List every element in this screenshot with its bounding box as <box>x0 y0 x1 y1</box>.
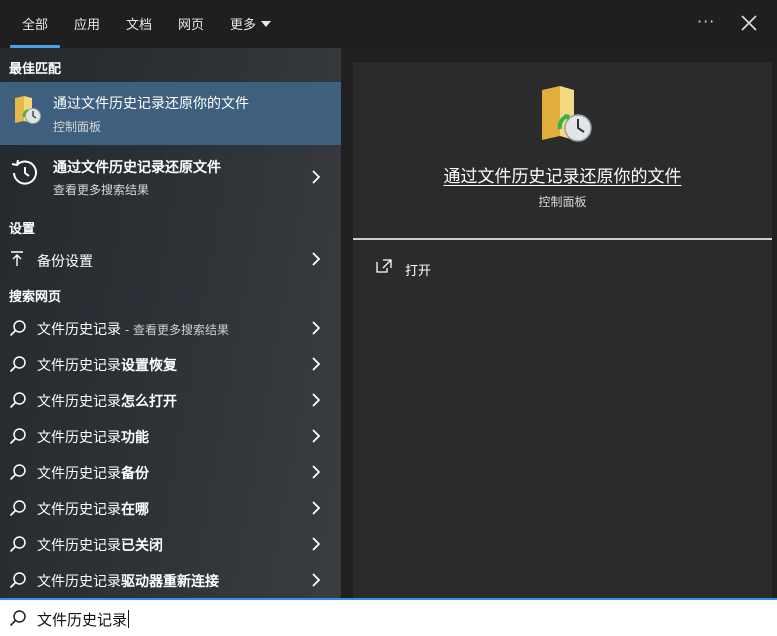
suggestion-prefix: 文件历史记录 <box>37 574 121 590</box>
suggestion-prefix: 文件历史记录 <box>37 502 121 518</box>
chevron-right-icon <box>312 573 321 587</box>
open-icon <box>376 259 392 273</box>
suggestion-prefix: 文件历史记录 <box>37 466 121 482</box>
restore-files-result[interactable]: 通过文件历史记录还原文件 查看更多搜索结果 <box>0 145 341 209</box>
top-tab-bar: 全部 应用 文档 网页 更多 ··· <box>0 0 777 48</box>
web-suggestion-text: 文件历史记录已关闭 <box>37 535 163 555</box>
search-bar[interactable]: 文件历史记录 <box>0 598 777 636</box>
file-history-icon <box>542 86 592 142</box>
web-suggestion-text: 文件历史记录驱动器重新连接 <box>37 571 219 591</box>
best-match-subtitle: 控制面板 <box>53 120 102 134</box>
search-icon <box>9 320 26 337</box>
web-suggestion-item[interactable]: 文件历史记录功能 <box>0 418 341 454</box>
preview-card: 通过文件历史记录还原你的文件 控制面板 打开 <box>353 62 772 598</box>
tab-more-label: 更多 <box>230 18 257 33</box>
preview-title[interactable]: 通过文件历史记录还原你的文件 <box>353 162 772 187</box>
web-suggestion-text: 文件历史记录 - 查看更多搜索结果 <box>37 319 229 339</box>
tab-web[interactable]: 网页 <box>178 14 204 33</box>
suggestion-prefix: 文件历史记录 <box>37 394 121 410</box>
chevron-down-icon <box>261 21 272 27</box>
chevron-right-icon <box>312 465 321 479</box>
tab-more[interactable]: 更多 <box>230 14 272 33</box>
preview-subtitle: 控制面板 <box>538 195 587 209</box>
web-suggestion-text: 文件历史记录功能 <box>37 427 149 447</box>
best-match-heading: 最佳匹配 <box>9 62 62 77</box>
web-suggestion-text: 文件历史记录设置恢复 <box>37 355 177 375</box>
chevron-right-icon <box>312 501 321 515</box>
chevron-right-icon <box>312 537 321 551</box>
search-icon <box>9 392 26 409</box>
settings-heading: 设置 <box>9 222 36 237</box>
web-suggestion-item[interactable]: 文件历史记录怎么打开 <box>0 382 341 418</box>
suggestion-suffix: 备份 <box>121 466 149 482</box>
history-icon <box>11 159 37 185</box>
web-suggestion-item[interactable]: 文件历史记录在哪 <box>0 490 341 526</box>
web-suggestion-item[interactable]: 文件历史记录备份 <box>0 454 341 490</box>
chevron-right-icon <box>312 321 321 335</box>
search-icon <box>9 536 26 553</box>
chevron-right-icon <box>312 170 321 184</box>
search-icon <box>9 428 26 445</box>
close-icon[interactable] <box>740 14 758 32</box>
search-icon <box>9 464 26 481</box>
tab-apps[interactable]: 应用 <box>74 14 100 33</box>
suggestion-suffix: 已关闭 <box>121 538 163 554</box>
suggestion-suffix: 驱动器重新连接 <box>121 574 219 590</box>
web-suggestion-item[interactable]: 文件历史记录已关闭 <box>0 526 341 562</box>
search-icon <box>9 610 26 627</box>
file-history-icon <box>15 96 41 124</box>
backup-settings-item[interactable]: 备份设置 <box>0 241 341 277</box>
web-suggestion-item[interactable]: 文件历史记录 - 查看更多搜索结果 <box>0 310 341 346</box>
open-action[interactable]: 打开 <box>405 260 431 279</box>
web-suggestion-text: 文件历史记录备份 <box>37 463 149 483</box>
web-suggestion-item[interactable]: 文件历史记录驱动器重新连接 <box>0 562 341 598</box>
suggestion-suffix: 设置恢复 <box>121 358 177 374</box>
backup-icon <box>11 251 23 266</box>
best-match-result[interactable]: 通过文件历史记录还原你的文件 控制面板 <box>0 82 341 145</box>
search-input[interactable]: 文件历史记录 <box>37 609 130 630</box>
text-cursor <box>128 610 130 628</box>
suggestion-suffix: 在哪 <box>121 502 149 518</box>
chevron-right-icon <box>312 357 321 371</box>
web-suggestion-text: 文件历史记录在哪 <box>37 499 149 519</box>
divider <box>353 238 772 240</box>
search-icon <box>9 356 26 373</box>
suggestion-prefix: 文件历史记录 <box>37 430 121 446</box>
tab-documents[interactable]: 文档 <box>126 14 152 33</box>
web-heading: 搜索网页 <box>9 290 62 305</box>
chevron-right-icon <box>312 429 321 443</box>
more-options-icon[interactable]: ··· <box>697 12 715 31</box>
suggestion-prefix: 文件历史记录 <box>37 322 121 338</box>
restore-files-title: 通过文件历史记录还原文件 <box>53 160 221 176</box>
suggestion-prefix: 文件历史记录 <box>37 538 121 554</box>
search-icon <box>9 500 26 517</box>
search-input-value: 文件历史记录 <box>37 611 128 629</box>
backup-settings-label: 备份设置 <box>37 254 93 270</box>
suggestion-suffix: 怎么打开 <box>121 394 177 410</box>
chevron-right-icon <box>312 252 321 266</box>
restore-files-subtitle: 查看更多搜索结果 <box>53 183 150 197</box>
web-suggestion-text: 文件历史记录怎么打开 <box>37 391 177 411</box>
search-icon <box>9 572 26 589</box>
results-panel: 最佳匹配 通过文件历史记录还原你的文件 控制面板 通过文件历史记录还原文件 查看… <box>0 48 341 598</box>
chevron-right-icon <box>312 393 321 407</box>
tab-all[interactable]: 全部 <box>22 14 48 33</box>
suggestion-suffix: 功能 <box>121 430 149 446</box>
web-suggestion-item[interactable]: 文件历史记录设置恢复 <box>0 346 341 382</box>
best-match-title: 通过文件历史记录还原你的文件 <box>53 96 249 112</box>
suggestion-prefix: 文件历史记录 <box>37 358 121 374</box>
suggestion-note: - 查看更多搜索结果 <box>121 323 229 337</box>
